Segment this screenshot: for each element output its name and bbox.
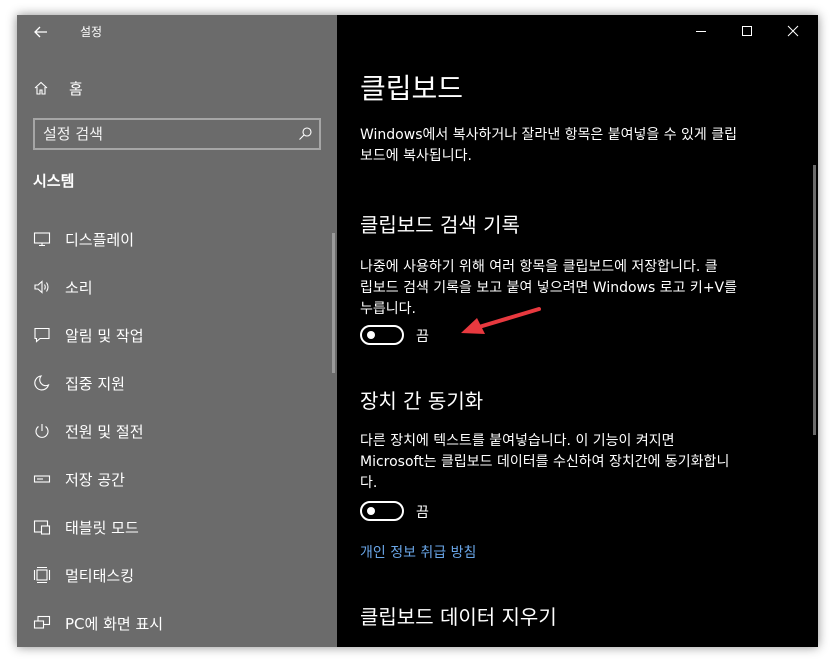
search-input[interactable] <box>35 120 285 148</box>
history-desc-line: 누릅니다. <box>360 301 416 317</box>
sidebar-item-home[interactable]: 홈 <box>33 77 83 99</box>
close-icon <box>787 25 799 37</box>
intro-line: Windows에서 복사하거나 잘라낸 항목은 붙여넣을 수 있게 클립 <box>360 127 738 143</box>
sidebar-item-label: 홈 <box>69 79 83 98</box>
toggle-knob <box>367 507 375 515</box>
sync-description: 다른 장치에 텍스트를 붙여넣습니다. 이 기능이 켜지면 Microsoft는… <box>360 431 800 494</box>
sidebar-item-focus-assist[interactable]: 집중 지원 <box>33 371 125 395</box>
sidebar-item-label: 집중 지원 <box>65 374 125 393</box>
sidebar-item-multitasking[interactable]: 멀티태스킹 <box>33 563 134 587</box>
close-button[interactable] <box>783 21 803 41</box>
sidebar-item-label: 저장 공간 <box>65 470 125 489</box>
maximize-icon <box>742 26 752 36</box>
storage-icon <box>33 475 51 483</box>
app-title: 설정 <box>80 25 103 39</box>
clear-data-heading: 클립보드 데이터 지우기 <box>360 605 557 629</box>
history-toggle-state: 끔 <box>416 329 429 345</box>
sidebar-item-label: 알림 및 작업 <box>65 326 144 345</box>
moon-icon <box>34 375 50 391</box>
sidebar: 설정 홈 시스템 디스플레이 <box>17 15 337 647</box>
project-icon <box>33 615 51 629</box>
sidebar-item-label: 소리 <box>65 278 93 297</box>
sync-toggle[interactable] <box>360 501 404 521</box>
sidebar-item-label: 전원 및 절전 <box>65 422 144 441</box>
speaker-icon <box>34 280 49 294</box>
sync-toggle-state: 끔 <box>416 505 429 521</box>
sync-heading: 장치 간 동기화 <box>360 389 484 413</box>
sidebar-item-label: 멀티태스킹 <box>65 566 135 585</box>
sidebar-item-label: 태블릿 모드 <box>65 518 139 537</box>
sidebar-scrollbar[interactable] <box>332 233 335 373</box>
main-scrollbar[interactable] <box>813 165 816 435</box>
minimize-icon <box>696 31 706 32</box>
search-icon[interactable] <box>297 126 313 142</box>
sidebar-item-tablet-mode[interactable]: 태블릿 모드 <box>33 515 139 539</box>
multitasking-icon <box>33 566 51 584</box>
home-icon <box>34 81 48 95</box>
main-content: 클립보드 Windows에서 복사하거나 잘라낸 항목은 붙여넣을 수 있게 클… <box>337 15 818 647</box>
sidebar-item-project[interactable]: PC에 화면 표시 <box>33 611 163 635</box>
tablet-icon <box>33 520 51 535</box>
intro-line: 보드에 복사됩니다. <box>360 148 472 164</box>
notification-icon <box>34 327 50 343</box>
sync-desc-line: 다른 장치에 텍스트를 붙여넣습니다. 이 기능이 켜지면 <box>360 433 675 449</box>
sidebar-item-notifications[interactable]: 알림 및 작업 <box>33 323 144 347</box>
back-arrow-icon <box>34 26 47 38</box>
annotation-arrow-icon <box>461 307 541 334</box>
back-button[interactable] <box>31 22 51 42</box>
sidebar-item-label: 디스플레이 <box>65 230 135 249</box>
history-desc-line: 나중에 사용하기 위해 여러 항목을 클립보드에 저장합니다. 클 <box>360 259 718 275</box>
sync-desc-line: Microsoft는 클립보드 데이터를 수신하여 장치간에 동기화합니 <box>360 454 730 470</box>
sidebar-item-power[interactable]: 전원 및 절전 <box>33 419 144 443</box>
minimize-button[interactable] <box>691 21 711 41</box>
sidebar-item-storage[interactable]: 저장 공간 <box>33 467 125 491</box>
sidebar-item-sound[interactable]: 소리 <box>33 275 93 299</box>
sync-desc-line: 다. <box>360 475 378 491</box>
intro-text: Windows에서 복사하거나 잘라낸 항목은 붙여넣을 수 있게 클립 보드에… <box>360 125 800 167</box>
privacy-link[interactable]: 개인 정보 취급 방침 <box>360 542 476 562</box>
toggle-knob <box>367 331 375 339</box>
settings-window: 설정 홈 시스템 디스플레이 <box>17 15 818 647</box>
sidebar-item-label: PC에 화면 표시 <box>65 614 164 633</box>
history-desc-line: 립보드 검색 기록을 보고 붙여 넣으려면 Windows 로고 키+V를 <box>360 280 738 296</box>
history-toggle[interactable] <box>360 325 404 345</box>
sidebar-item-display[interactable]: 디스플레이 <box>33 227 134 251</box>
search-box <box>33 118 321 150</box>
history-heading: 클립보드 검색 기록 <box>360 213 520 237</box>
maximize-button[interactable] <box>737 21 757 41</box>
section-title: 시스템 <box>33 172 75 190</box>
page-title: 클립보드 <box>360 72 464 105</box>
monitor-icon <box>33 232 51 247</box>
history-description: 나중에 사용하기 위해 여러 항목을 클립보드에 저장합니다. 클 립보드 검색… <box>360 257 800 320</box>
power-icon <box>35 424 49 438</box>
